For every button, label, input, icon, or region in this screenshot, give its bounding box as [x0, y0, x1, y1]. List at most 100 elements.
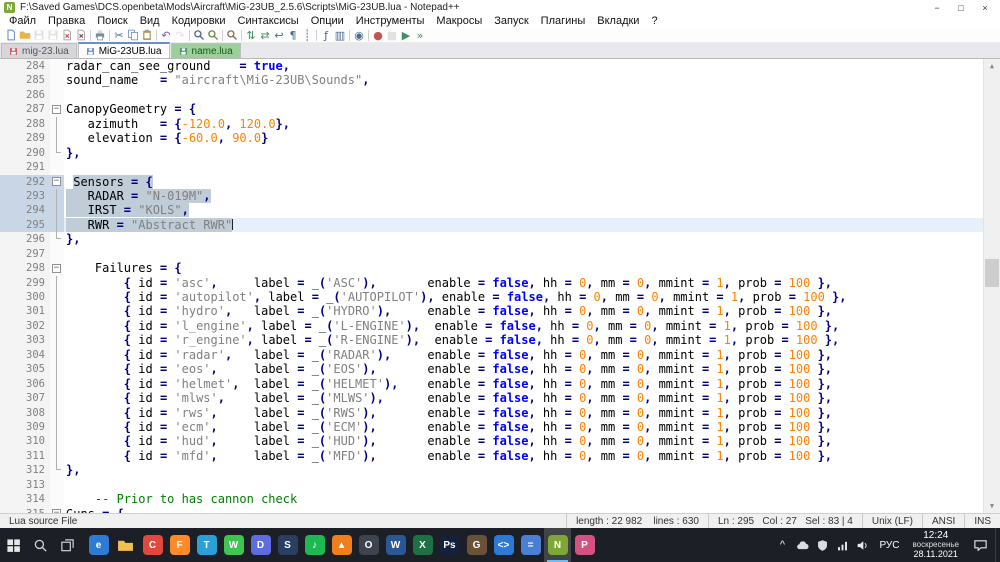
macro-stop-button[interactable]: ■ — [385, 28, 399, 42]
menu-item[interactable]: Вкладки — [591, 15, 645, 28]
onedrive-icon[interactable] — [792, 528, 812, 562]
paste-button[interactable] — [140, 28, 154, 42]
menu-item[interactable]: Опции — [305, 15, 350, 28]
taskbar-app-photoshop[interactable]: Ps — [436, 528, 463, 562]
menu-item[interactable]: Инструменты — [350, 15, 431, 28]
fold-margin[interactable] — [50, 59, 64, 74]
code-line[interactable]: 302 { id = 'l_engine', label = _('L-ENGI… — [0, 318, 983, 334]
taskbar-app-google-chrome[interactable]: C — [139, 528, 166, 562]
line-number[interactable]: 303 — [0, 333, 50, 348]
code-line[interactable]: 298− Failures = { — [0, 261, 983, 276]
code-text[interactable]: { id = 'helmet', label = _('HELMET'), en… — [64, 377, 983, 391]
code-text[interactable]: { id = 'hydro', label = _('HYDRO'), enab… — [64, 304, 983, 318]
taskbar-app-whatsapp[interactable]: W — [220, 528, 247, 562]
code-line[interactable]: 289 elevation = {-60.0, 90.0} — [0, 131, 983, 146]
fold-margin[interactable] — [50, 232, 64, 247]
menu-item[interactable]: Вид — [134, 15, 166, 28]
menu-item[interactable]: Синтаксисы — [232, 15, 305, 28]
menu-item[interactable]: Макросы — [430, 15, 488, 28]
editor[interactable]: 284 radar_can_see_ground = true, 285 sound_… — [0, 59, 1000, 513]
code-text[interactable] — [64, 478, 983, 492]
code-line[interactable]: 312}, — [0, 463, 983, 478]
line-number[interactable]: 293 — [0, 188, 50, 204]
code-text[interactable]: { id = 'autopilot', label = _('AUTOPILOT… — [64, 290, 983, 304]
line-number[interactable]: 300 — [0, 290, 50, 305]
code-text[interactable]: radar_can_see_ground = true, — [64, 59, 983, 73]
code-text[interactable]: Sensors = { — [64, 174, 983, 189]
code-line[interactable]: 300 { id = 'autopilot', label = _('AUTOP… — [0, 290, 983, 305]
copy-button[interactable] — [126, 28, 140, 42]
taskbar-app-file-explorer[interactable] — [112, 528, 139, 562]
code-text[interactable]: }, — [64, 232, 983, 246]
code-text[interactable] — [64, 247, 983, 261]
taskbar-app-telegram[interactable]: T — [193, 528, 220, 562]
open-file-button[interactable] — [18, 28, 32, 42]
fold-collapse-icon[interactable]: − — [52, 263, 61, 273]
code-text[interactable] — [64, 160, 983, 174]
code-text[interactable]: }, — [64, 463, 983, 477]
fold-margin[interactable] — [50, 116, 64, 132]
fold-margin[interactable] — [50, 434, 64, 449]
taskbar-app-microsoft-word[interactable]: W — [382, 528, 409, 562]
network-icon[interactable] — [832, 528, 852, 562]
code-text[interactable]: IRST = "KOLS", — [64, 203, 983, 218]
line-number[interactable]: 287 — [0, 102, 50, 117]
code-text[interactable]: { id = 'asc', label = _('ASC'), enable =… — [64, 276, 983, 290]
code-line[interactable]: 307 { id = 'mlws', label = _('MLWS'), en… — [0, 391, 983, 406]
code-line[interactable]: 290}, — [0, 145, 983, 161]
code-text[interactable]: { id = 'rws', label = _('RWS'), enable =… — [64, 406, 983, 420]
line-number[interactable]: 294 — [0, 203, 50, 218]
code-line[interactable]: 293 RADAR = "N-019M", — [0, 188, 983, 204]
code-line[interactable]: 303 { id = 'r_engine', label = _('R-ENGI… — [0, 333, 983, 348]
fold-margin[interactable] — [50, 188, 64, 204]
line-number[interactable]: 289 — [0, 131, 50, 146]
security-shield-icon[interactable] — [812, 528, 832, 562]
line-number[interactable]: 312 — [0, 463, 50, 478]
tab-mig-23-lua[interactable]: mig-23.lua — [1, 43, 77, 58]
monitoring-button[interactable]: ◉ — [352, 28, 366, 42]
show-all-characters-button[interactable]: ¶ — [286, 28, 300, 42]
line-number[interactable]: 298 — [0, 261, 50, 276]
line-number[interactable]: 301 — [0, 304, 50, 319]
code-line[interactable]: 311 { id = 'mfd', label = _('MFD'), enab… — [0, 448, 983, 464]
code-line[interactable]: 306 { id = 'helmet', label = _('HELMET')… — [0, 376, 983, 392]
word-wrap-button[interactable]: ↩ — [272, 28, 286, 42]
line-number[interactable]: 286 — [0, 87, 50, 103]
fold-margin[interactable] — [50, 347, 64, 363]
fold-margin[interactable] — [50, 376, 64, 392]
line-number[interactable]: 288 — [0, 116, 50, 132]
code-text[interactable]: { id = 'ecm', label = _('ECM'), enable =… — [64, 420, 983, 434]
taskbar-app-discord[interactable]: D — [247, 528, 274, 562]
code-line[interactable]: 294 IRST = "KOLS", — [0, 203, 983, 218]
code-line[interactable]: 285 sound_name = "aircraft\MiG-23UB\Sound… — [0, 73, 983, 88]
fold-margin[interactable] — [50, 477, 64, 493]
taskbar-app-gimp[interactable]: G — [463, 528, 490, 562]
fold-margin[interactable] — [50, 217, 64, 233]
fold-margin[interactable] — [50, 73, 64, 88]
line-number[interactable]: 284 — [0, 59, 50, 74]
line-number[interactable]: 305 — [0, 362, 50, 377]
code-text[interactable]: { id = 'eos', label = _('EOS'), enable =… — [64, 362, 983, 376]
menu-item[interactable]: Запуск — [488, 15, 534, 28]
code-text[interactable]: Failures = { — [64, 261, 983, 275]
code-text[interactable]: RWR = "Abstract RWR" — [64, 217, 983, 233]
line-number[interactable]: 290 — [0, 145, 50, 161]
code-text[interactable] — [64, 88, 983, 102]
taskbar-app-spotify[interactable]: ♪ — [301, 528, 328, 562]
code-line[interactable]: 314 -- Prior to has cannon check — [0, 492, 983, 507]
code-line[interactable]: 304 { id = 'radar', label = _('RADAR'), … — [0, 347, 983, 363]
fold-margin[interactable] — [50, 362, 64, 377]
line-number[interactable]: 296 — [0, 232, 50, 247]
tab-mig-23ub-lua[interactable]: MiG-23UB.lua — [77, 42, 170, 58]
line-number[interactable]: 308 — [0, 405, 50, 420]
menu-item[interactable]: Правка — [42, 15, 91, 28]
code-line[interactable]: 292− Sensors = { — [0, 174, 983, 189]
line-number[interactable]: 309 — [0, 419, 50, 435]
titlebar[interactable]: N F:\Saved Games\DCS.openbeta\Mods\Aircr… — [0, 0, 1000, 15]
scroll-down-arrow-icon[interactable]: ▼ — [984, 499, 1000, 513]
code-text[interactable]: elevation = {-60.0, 90.0} — [64, 131, 983, 145]
undo-button[interactable]: ↶ — [159, 28, 173, 42]
code-line[interactable]: 291 — [0, 160, 983, 175]
taskbar-app-mozilla-firefox[interactable]: F — [166, 528, 193, 562]
line-number[interactable]: 306 — [0, 376, 50, 392]
